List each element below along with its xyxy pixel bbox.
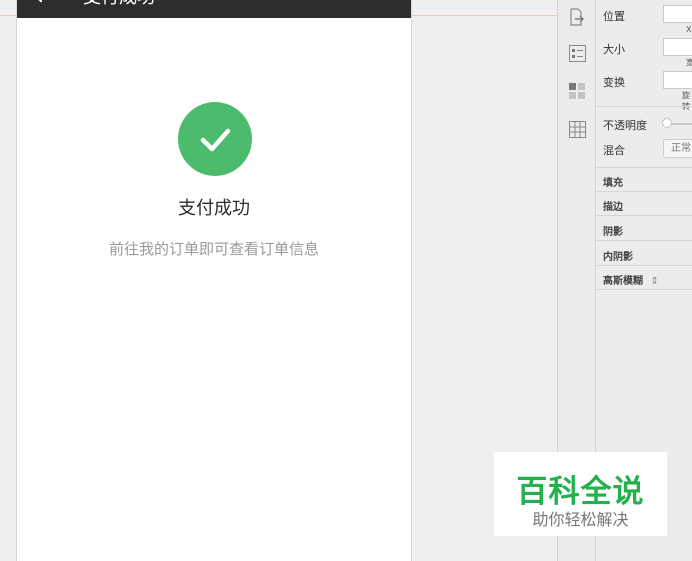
divider: [596, 265, 692, 266]
divider: [596, 289, 692, 290]
blend-label: 混合: [603, 144, 625, 157]
success-title: 支付成功: [178, 198, 250, 219]
size-width-label: 宽: [686, 58, 692, 67]
fill-section[interactable]: 填充: [603, 174, 623, 189]
navbar: 支付成功: [17, 0, 411, 18]
watermark-title: 百科全说: [516, 474, 645, 510]
inner-shadow-section[interactable]: 内阴影: [603, 248, 633, 263]
blend-mode-select[interactable]: 正常: [663, 139, 692, 158]
nav-title: 支付成功: [83, 0, 155, 10]
rotate-label: 旋转: [682, 91, 690, 111]
opacity-label: 不透明度: [603, 119, 647, 132]
back-arrow-icon[interactable]: [32, 0, 50, 3]
divider: [596, 167, 692, 168]
success-check-icon: [178, 102, 252, 176]
divider: [596, 240, 692, 241]
gaussian-blur-section[interactable]: 高斯模糊 ⇕: [603, 272, 659, 287]
success-subtitle: 前往我的订单即可查看订单信息: [108, 240, 319, 258]
opacity-slider-handle[interactable]: [662, 118, 672, 128]
export-icon[interactable]: [569, 8, 585, 26]
layer-list-icon[interactable]: [569, 45, 586, 62]
size-label: 大小: [603, 43, 625, 56]
table-icon[interactable]: [569, 121, 586, 138]
position-input[interactable]: [663, 5, 692, 23]
divider: [596, 215, 692, 216]
transform-label: 变换: [603, 76, 625, 89]
border-section[interactable]: 描边: [603, 198, 623, 213]
position-x-label: X: [686, 25, 692, 34]
artboard[interactable]: 支付成功 支付成功 前往我的订单即可查看订单信息: [16, 0, 412, 561]
gaussian-blur-label: 高斯模糊: [603, 276, 643, 287]
shadow-section[interactable]: 阴影: [603, 223, 623, 238]
size-input[interactable]: [663, 38, 692, 56]
chevron-updown-icon[interactable]: ⇕: [650, 276, 658, 287]
watermark-subtitle: 助你轻松解决: [532, 510, 629, 529]
position-label: 位置: [603, 10, 625, 23]
opacity-slider-track[interactable]: [669, 123, 692, 125]
divider: [596, 191, 692, 192]
grid-tiles-icon[interactable]: [569, 83, 585, 99]
divider: [596, 106, 692, 107]
watermark-logo: 百科全说 助你轻松解决: [494, 452, 667, 536]
canvas-area[interactable]: 支付成功 支付成功 前往我的订单即可查看订单信息: [0, 0, 557, 561]
transform-input[interactable]: [663, 71, 692, 89]
checkmark-icon: [200, 128, 231, 152]
